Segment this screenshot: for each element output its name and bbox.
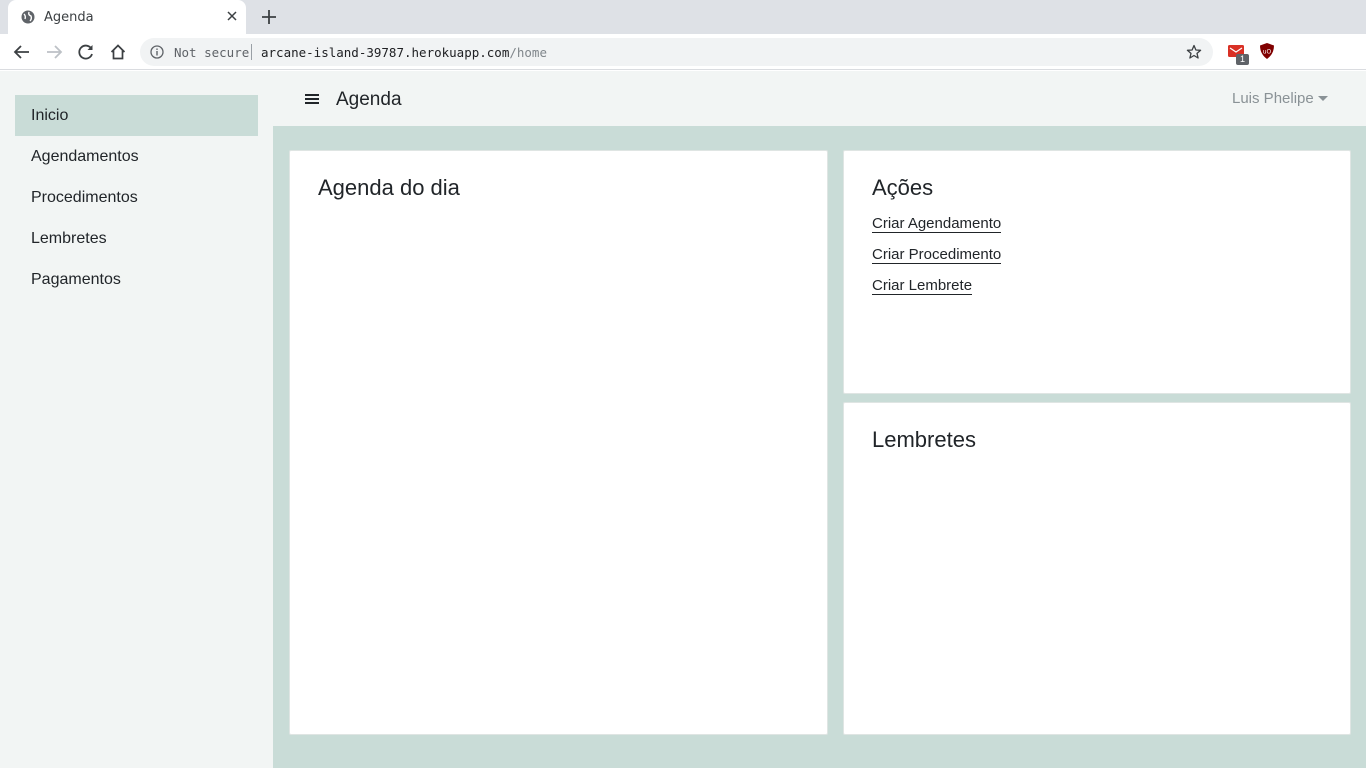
web-page: Inicio Agendamentos Procedimentos Lembre… xyxy=(0,71,1366,768)
browser-toolbar: Not secure arcane-island-39787.herokuapp… xyxy=(0,34,1366,96)
svg-text:uO: uO xyxy=(1263,49,1272,56)
browser-tabstrip: Agenda xyxy=(0,0,1366,34)
globe-icon xyxy=(21,10,35,24)
info-icon[interactable] xyxy=(150,45,164,59)
sidebar-item-pagamentos[interactable]: Pagamentos xyxy=(15,259,258,300)
security-label: Not secure xyxy=(174,45,250,60)
acoes-card: Ações Criar Agendamento Criar Procedimen… xyxy=(843,150,1351,394)
hamburger-menu-icon[interactable] xyxy=(304,92,320,106)
bookmark-star-icon[interactable] xyxy=(1186,44,1202,60)
card-title-agenda: Agenda do dia xyxy=(318,175,460,200)
top-navbar: Agenda Luis Phelipe xyxy=(273,71,1366,126)
criar-agendamento-link[interactable]: Criar Agendamento xyxy=(872,215,1002,233)
sidebar-item-procedimentos[interactable]: Procedimentos xyxy=(15,177,258,218)
reload-icon[interactable] xyxy=(77,43,95,61)
omnibox-divider xyxy=(251,44,252,60)
back-arrow-icon[interactable] xyxy=(13,43,31,61)
criar-lembrete-link[interactable]: Criar Lembrete xyxy=(872,277,973,295)
home-icon[interactable] xyxy=(109,43,127,61)
caret-down-icon[interactable] xyxy=(1318,96,1328,101)
sidebar: Inicio Agendamentos Procedimentos Lembre… xyxy=(0,71,273,768)
address-bar[interactable]: Not secure arcane-island-39787.herokuapp… xyxy=(140,38,1213,66)
url-host: arcane-island-39787.herokuapp.com xyxy=(261,45,510,60)
card-title-acoes: Ações xyxy=(872,175,934,200)
sidebar-item-agendamentos[interactable]: Agendamentos xyxy=(15,136,258,177)
browser-tab[interactable]: Agenda xyxy=(8,0,246,34)
lembretes-card: Lembretes xyxy=(843,402,1351,735)
criar-procedimento-link[interactable]: Criar Procedimento xyxy=(872,246,1002,264)
agenda-do-dia-card: Agenda do dia xyxy=(289,150,828,735)
user-menu-toggle[interactable]: Luis Phelipe xyxy=(1232,90,1314,107)
extension-badge-count: 1 xyxy=(1236,54,1249,65)
card-title-lembretes: Lembretes xyxy=(872,427,976,452)
sidebar-item-inicio[interactable]: Inicio xyxy=(15,95,258,136)
tab-title: Agenda xyxy=(44,10,94,25)
url-path: /home xyxy=(509,45,547,60)
new-tab-plus-icon[interactable] xyxy=(260,8,278,26)
ublock-shield-icon[interactable]: uO xyxy=(1258,42,1276,60)
close-icon[interactable] xyxy=(225,9,239,23)
sidebar-item-lembretes[interactable]: Lembretes xyxy=(15,218,258,259)
url-text: arcane-island-39787.herokuapp.com/home xyxy=(261,45,547,60)
main-content: Agenda Luis Phelipe Agenda do dia Ações … xyxy=(273,71,1366,768)
forward-arrow-icon[interactable] xyxy=(45,43,63,61)
navbar-brand[interactable]: Agenda xyxy=(336,89,402,111)
